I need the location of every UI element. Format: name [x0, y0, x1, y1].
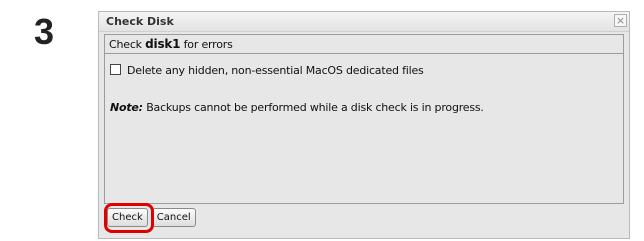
step-number: 3	[34, 11, 55, 52]
dialog-body: Check disk1 for errors Delete any hidden…	[104, 34, 624, 204]
dialog-title: Check Disk	[106, 15, 174, 28]
check-suffix: for errors	[183, 38, 233, 51]
check-disk-dialog: Check Disk × Check disk1 for errors Dele…	[98, 11, 630, 239]
disk-name: disk1	[145, 37, 181, 51]
close-icon[interactable]: ×	[614, 14, 627, 27]
check-button-highlight	[104, 203, 154, 233]
cancel-button[interactable]: Cancel	[151, 208, 196, 227]
note-text: Backups cannot be performed while a disk…	[146, 101, 484, 114]
delete-hidden-files-option[interactable]: Delete any hidden, non-essential MacOS d…	[110, 64, 424, 78]
check-disk-message: Check disk1 for errors	[105, 35, 623, 54]
delete-hidden-files-label: Delete any hidden, non-essential MacOS d…	[127, 64, 424, 77]
note-label: Note:	[110, 101, 143, 114]
dialog-titlebar: Check Disk ×	[99, 12, 629, 32]
delete-hidden-files-checkbox[interactable]	[110, 64, 121, 75]
check-prefix: Check	[109, 38, 142, 51]
backup-note: Note: Backups cannot be performed while …	[110, 101, 484, 115]
